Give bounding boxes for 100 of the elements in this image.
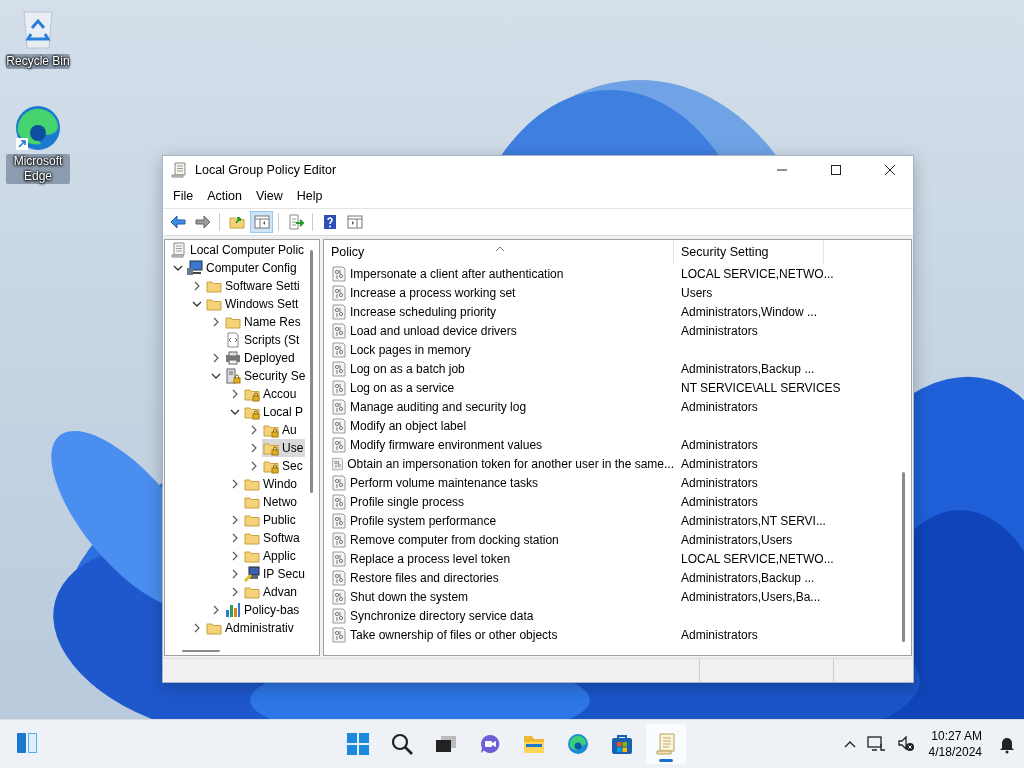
menu-item[interactable]: Help <box>289 189 330 203</box>
tree-item[interactable]: Name Res <box>224 313 303 331</box>
table-cell-text: Administrators,Window ... <box>680 304 818 319</box>
chevron-down-icon[interactable] <box>173 263 183 273</box>
locked-folder-icon <box>263 440 279 456</box>
chevron-right-icon[interactable] <box>249 443 259 453</box>
clock-date[interactable]: 4/18/2024 <box>928 744 982 760</box>
table-cell: Profile single process <box>350 494 465 509</box>
windows-logo-icon[interactable] <box>347 733 369 755</box>
menu-item[interactable]: File <box>166 189 201 203</box>
table-cell: Synchronize directory service data <box>350 608 534 623</box>
chevron-right-icon[interactable] <box>230 515 240 525</box>
chevron-down-icon[interactable] <box>192 299 202 309</box>
tree-item[interactable]: Netwo <box>243 493 299 511</box>
policy-icon <box>331 474 347 491</box>
chevron-right-icon[interactable] <box>192 623 202 633</box>
table-cell-text: Administrators <box>680 437 758 452</box>
volume-muted-icon[interactable] <box>896 735 915 753</box>
tree-item[interactable]: Local P <box>243 403 306 421</box>
chevron-right-icon[interactable] <box>230 389 240 399</box>
tree-item[interactable]: Applic <box>243 547 298 565</box>
folder-icon[interactable] <box>523 733 545 755</box>
script-icon <box>225 332 241 348</box>
scrollbar-thumb[interactable] <box>310 250 313 493</box>
chat-icon[interactable] <box>479 733 501 755</box>
search-icon[interactable] <box>391 733 413 755</box>
table-cell-text: Administrators <box>680 399 758 414</box>
widgets-icon[interactable] <box>16 731 38 754</box>
table-cell-text: Administrators,Users <box>680 532 793 547</box>
table-cell: Log on as a service <box>350 380 455 395</box>
scrollbar-thumb[interactable] <box>902 472 905 642</box>
chevron-right-icon[interactable] <box>230 587 240 597</box>
policy-icon <box>331 569 347 586</box>
tree-item[interactable]: Au <box>262 421 299 439</box>
tree-item[interactable]: Deployed <box>224 349 297 367</box>
folder-icon <box>206 620 222 636</box>
policy-icon <box>331 341 347 358</box>
folder-icon <box>244 584 260 600</box>
tree-item[interactable]: IP Secu <box>243 565 307 583</box>
store-icon[interactable] <box>611 733 633 755</box>
tree-item[interactable]: Software Setti <box>205 277 302 295</box>
tree-item[interactable]: Public <box>243 511 298 529</box>
tree-item[interactable]: Use <box>262 439 306 457</box>
edge-icon[interactable] <box>14 104 62 152</box>
tree-item[interactable]: Local Computer Polic <box>170 241 307 259</box>
clock-time[interactable]: 10:27 AM <box>931 728 982 744</box>
menu-item[interactable]: Action <box>200 189 249 203</box>
folder-icon <box>206 278 222 294</box>
policy-icon <box>331 512 347 529</box>
chevron-right-icon[interactable] <box>230 551 240 561</box>
chevron-right-icon[interactable] <box>211 317 221 327</box>
chevron-right-icon[interactable] <box>230 569 240 579</box>
chevron-down-icon[interactable] <box>211 371 221 381</box>
chevron-right-icon[interactable] <box>211 353 221 363</box>
tree-item[interactable]: Sec <box>262 457 305 475</box>
tree-item[interactable]: Advan <box>243 583 300 601</box>
tree-item[interactable]: Scripts (St <box>224 331 302 349</box>
scrollbar-thumb[interactable] <box>182 650 220 652</box>
tree-item[interactable]: Windows Sett <box>205 295 301 313</box>
folder-icon <box>244 476 260 492</box>
table-cell: Take ownership of files or other objects <box>350 627 558 642</box>
table-cell-text: NT SERVICE\ALL SERVICES <box>680 380 841 395</box>
computer-icon <box>187 260 203 276</box>
edge-icon[interactable] <box>567 733 589 755</box>
column-header[interactable]: Policy <box>324 240 674 264</box>
policy-icon <box>331 455 345 472</box>
chevron-right-icon[interactable] <box>249 461 259 471</box>
policy-icon <box>331 550 347 567</box>
tree-item[interactable]: Windo <box>243 475 299 493</box>
table-cell: Obtain an impersonation token for another user in the same... <box>347 456 674 471</box>
table-cell-text: Users <box>680 285 713 300</box>
folder-icon <box>244 530 260 546</box>
chevron-right-icon[interactable] <box>249 425 259 435</box>
column-header[interactable]: Security Setting <box>674 240 824 264</box>
task-view-icon[interactable] <box>435 733 457 755</box>
menu-item[interactable]: View <box>248 189 290 203</box>
maximize-icon <box>831 165 841 175</box>
tree-item[interactable]: Security Se <box>224 367 308 385</box>
close-icon <box>885 165 895 175</box>
scroll-icon <box>171 242 187 258</box>
policy-icon <box>331 417 347 434</box>
chevron-right-icon[interactable] <box>211 605 221 615</box>
policy-icon <box>331 626 347 643</box>
chevron-right-icon[interactable] <box>192 281 202 291</box>
tree-item[interactable]: Softwa <box>243 529 302 547</box>
tree-item[interactable]: Administrativ <box>205 619 296 637</box>
chevron-right-icon[interactable] <box>230 479 240 489</box>
table-cell: Load and unload device drivers <box>350 323 517 338</box>
table-cell: Impersonate a client after authentication <box>350 266 564 281</box>
policy-icon <box>331 379 347 396</box>
chevron-right-icon[interactable] <box>230 533 240 543</box>
tree-item[interactable]: Computer Config <box>186 259 299 277</box>
tree-item[interactable]: Accou <box>243 385 299 403</box>
policy-icon <box>331 398 347 415</box>
network-icon[interactable] <box>866 735 887 753</box>
chevron-down-icon[interactable] <box>230 407 240 417</box>
server-lock-icon <box>225 368 241 384</box>
table-cell: Replace a process level token <box>350 551 511 566</box>
tree-item[interactable]: Policy-bas <box>224 601 302 619</box>
table-cell-text: Administrators <box>680 323 758 338</box>
